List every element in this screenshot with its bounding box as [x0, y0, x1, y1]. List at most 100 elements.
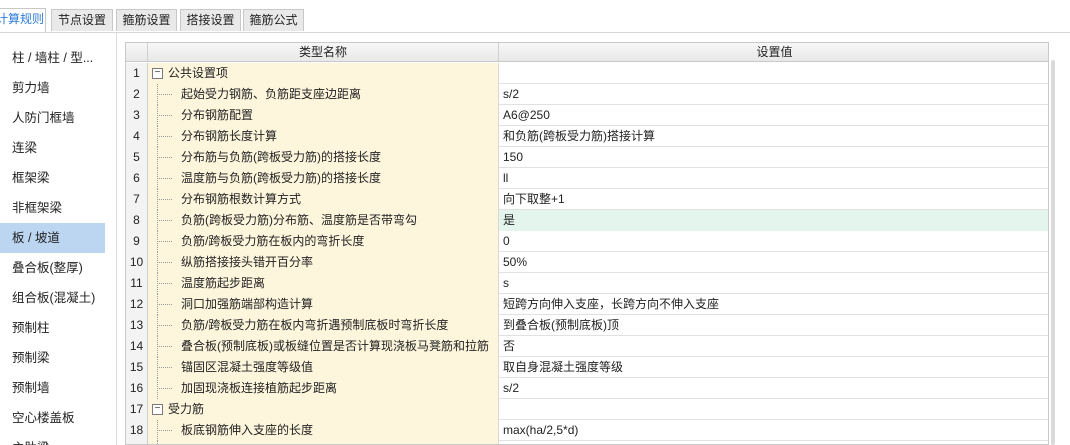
table-row[interactable]: 10 纵筋搭接接头错开百分率 50% — [126, 252, 1048, 273]
type-name-cell — [148, 441, 499, 444]
sidebar: 柱 / 墙柱 / 型... 剪力墙 人防门框墙 连梁 框架梁 非框架梁 板 / … — [0, 33, 110, 445]
row-number: 6 — [126, 168, 148, 189]
sidebar-item-column[interactable]: 柱 / 墙柱 / 型... — [0, 43, 105, 73]
table-row[interactable]: 3 分布钢筋配置 A6@250 — [126, 105, 1048, 126]
table-row[interactable]: 6 温度筋与负筋(跨板受力筋)的搭接长度 ll — [126, 168, 1048, 189]
tree-branch — [157, 283, 172, 284]
row-number: 10 — [126, 252, 148, 273]
table-header: 类型名称 设置值 — [126, 43, 1048, 62]
table-row[interactable]: 4 分布钢筋长度计算 和负筋(跨板受力筋)搭接计算 — [126, 126, 1048, 147]
setting-value-cell[interactable]: s — [499, 273, 1048, 294]
tree-branch — [157, 325, 172, 326]
table-row[interactable]: 5 分布筋与负筋(跨板受力筋)的搭接长度 150 — [126, 147, 1048, 168]
collapse-minus-icon[interactable]: − — [152, 404, 163, 415]
type-name-cell: 温度筋起步距离 — [148, 273, 499, 294]
setting-value-cell — [499, 63, 1048, 84]
row-number: 17 — [126, 399, 148, 420]
sidebar-item-coupling-beam[interactable]: 连梁 — [0, 133, 105, 163]
tab-splice-settings[interactable]: 搭接设置 — [180, 9, 241, 31]
table-row[interactable]: 9 负筋/跨板受力筋在板内的弯折长度 0 — [126, 231, 1048, 252]
type-name-cell: 温度筋与负筋(跨板受力筋)的搭接长度 — [148, 168, 499, 189]
table-row[interactable]: 8 负筋(跨板受力筋)分布筋、温度筋是否带弯勾 是 — [126, 210, 1048, 231]
row-number: 19 — [126, 441, 148, 444]
type-name-label: 温度筋与负筋(跨板受力筋)的搭接长度 — [181, 171, 381, 185]
type-name-cell: 加固现浇板连接植筋起步距离 — [148, 378, 499, 399]
sidebar-item-main-rib-beam[interactable]: 主肋梁 — [0, 433, 105, 445]
sidebar-item-hollow-floor-slab[interactable]: 空心楼盖板 — [0, 403, 105, 433]
setting-value-cell[interactable]: 向下取整+1 — [499, 189, 1048, 210]
type-name-cell: − 公共设置项 — [148, 63, 499, 84]
row-number: 11 — [126, 273, 148, 294]
setting-value-cell[interactable]: 否 — [499, 336, 1048, 357]
sidebar-divider — [116, 33, 117, 445]
tab-stirrup-settings[interactable]: 箍筋设置 — [116, 9, 177, 31]
row-number: 15 — [126, 357, 148, 378]
tree-branch — [157, 199, 172, 200]
setting-value-cell[interactable]: 取自身混凝土强度等级 — [499, 357, 1048, 378]
setting-value-cell[interactable]: 短跨方向伸入支座，长跨方向不伸入支座 — [499, 294, 1048, 315]
sidebar-item-non-frame-beam[interactable]: 非框架梁 — [0, 193, 105, 223]
sidebar-item-composite-slab-concrete[interactable]: 组合板(混凝土) — [0, 283, 105, 313]
row-number: 1 — [126, 63, 148, 84]
table-row[interactable]: 18 板底钢筋伸入支座的长度 max(ha/2,5*d) — [126, 420, 1048, 441]
setting-value-cell[interactable]: 50% — [499, 252, 1048, 273]
tree-branch — [157, 157, 172, 158]
sidebar-item-precast-column[interactable]: 预制柱 — [0, 313, 105, 343]
group-label: 公共设置项 — [168, 66, 229, 80]
setting-value-cell[interactable]: A6@250 — [499, 105, 1048, 126]
sidebar-item-composite-slab-full[interactable]: 叠合板(整厚) — [0, 253, 105, 283]
table-row[interactable]: 14 叠合板(预制底板)或板缝位置是否计算现浇板马凳筋和拉筋否 — [126, 336, 1048, 357]
tree-branch — [157, 115, 172, 116]
type-name-cell: 板底钢筋伸入支座的长度 — [148, 420, 499, 441]
collapse-minus-icon[interactable]: − — [152, 68, 163, 79]
sidebar-item-shear-wall[interactable]: 剪力墙 — [0, 73, 105, 103]
tree-branch — [157, 262, 172, 263]
table-row[interactable]: 7 分布钢筋根数计算方式 向下取整+1 — [126, 189, 1048, 210]
tab-node-settings[interactable]: 节点设置 — [51, 9, 113, 31]
sidebar-item-civil-defense-door-wall[interactable]: 人防门框墙 — [0, 103, 105, 133]
row-number: 7 — [126, 189, 148, 210]
type-name-label: 分布钢筋根数计算方式 — [181, 192, 302, 206]
row-number: 2 — [126, 84, 148, 105]
setting-value-cell[interactable]: s/2 — [499, 378, 1048, 399]
type-name-cell: 分布钢筋长度计算 — [148, 126, 499, 147]
setting-value-cell[interactable]: 是 — [499, 210, 1048, 231]
table-row[interactable]: 15 锚固区混凝土强度等级值 取自身混凝土强度等级 — [126, 357, 1048, 378]
sidebar-item-frame-beam[interactable]: 框架梁 — [0, 163, 105, 193]
sidebar-item-precast-beam[interactable]: 预制梁 — [0, 343, 105, 373]
table-row[interactable]: 11 温度筋起步距离 s — [126, 273, 1048, 294]
setting-value-cell[interactable]: ll — [499, 168, 1048, 189]
type-name-cell: 分布筋与负筋(跨板受力筋)的搭接长度 — [148, 147, 499, 168]
setting-value-cell[interactable]: 0 — [499, 231, 1048, 252]
setting-value-cell[interactable]: 到叠合板(预制底板)顶 — [499, 315, 1048, 336]
type-name-label: 负筋/跨板受力筋在板内的弯折长度 — [181, 234, 365, 248]
tab-stirrup-formula[interactable]: 箍筋公式 — [243, 9, 304, 31]
table-row[interactable]: 12 洞口加强筋端部构造计算 短跨方向伸入支座，长跨方向不伸入支座 — [126, 294, 1048, 315]
table-row[interactable]: 13 负筋/跨板受力筋在板内弯折遇预制底板时弯折长度 到叠合板(预制底板)顶 — [126, 315, 1048, 336]
setting-value-cell — [499, 399, 1048, 420]
scrollbar-thumb[interactable] — [1051, 60, 1055, 445]
table-group-row[interactable]: 17− 受力筋 — [126, 399, 1048, 420]
setting-value-cell[interactable]: s/2 — [499, 84, 1048, 105]
tree-branch — [157, 430, 172, 431]
type-name-label: 负筋(跨板受力筋)分布筋、温度筋是否带弯勾 — [181, 213, 417, 227]
sidebar-item-precast-wall[interactable]: 预制墙 — [0, 373, 105, 403]
setting-value-cell[interactable]: max(ha/2,5*d) — [499, 420, 1048, 441]
setting-value-cell[interactable]: 150 — [499, 147, 1048, 168]
type-name-cell: 纵筋搭接接头错开百分率 — [148, 252, 499, 273]
row-number: 4 — [126, 126, 148, 147]
setting-value-cell[interactable]: 和负筋(跨板受力筋)搭接计算 — [499, 126, 1048, 147]
type-name-label: 温度筋起步距离 — [181, 276, 266, 290]
header-setting-value[interactable]: 设置值 — [499, 43, 1048, 62]
setting-value-cell[interactable] — [499, 441, 1048, 444]
table-group-row[interactable]: 1− 公共设置项 — [126, 63, 1048, 84]
table-row[interactable]: 2 起始受力钢筋、负筋距支座边距离 s/2 — [126, 84, 1048, 105]
vertical-scrollbar[interactable] — [1050, 60, 1056, 445]
settings-table: 类型名称 设置值 1− 公共设置项 2 起始受力钢筋、负筋距支座边距离 s/2 3 分布钢筋… — [125, 42, 1049, 445]
tab-calculation-rules[interactable]: 计算规则 — [0, 8, 46, 32]
type-name-label: 叠合板(预制底板)或板缝位置是否计算现浇板马凳筋和拉筋 — [181, 339, 489, 353]
table-row[interactable]: 16 加固现浇板连接植筋起步距离 s/2 — [126, 378, 1048, 399]
header-type-name[interactable]: 类型名称 — [148, 43, 499, 62]
sidebar-item-slab-ramp[interactable]: 板 / 坡道 — [0, 223, 105, 253]
table-row[interactable]: 19 — [126, 441, 1048, 444]
